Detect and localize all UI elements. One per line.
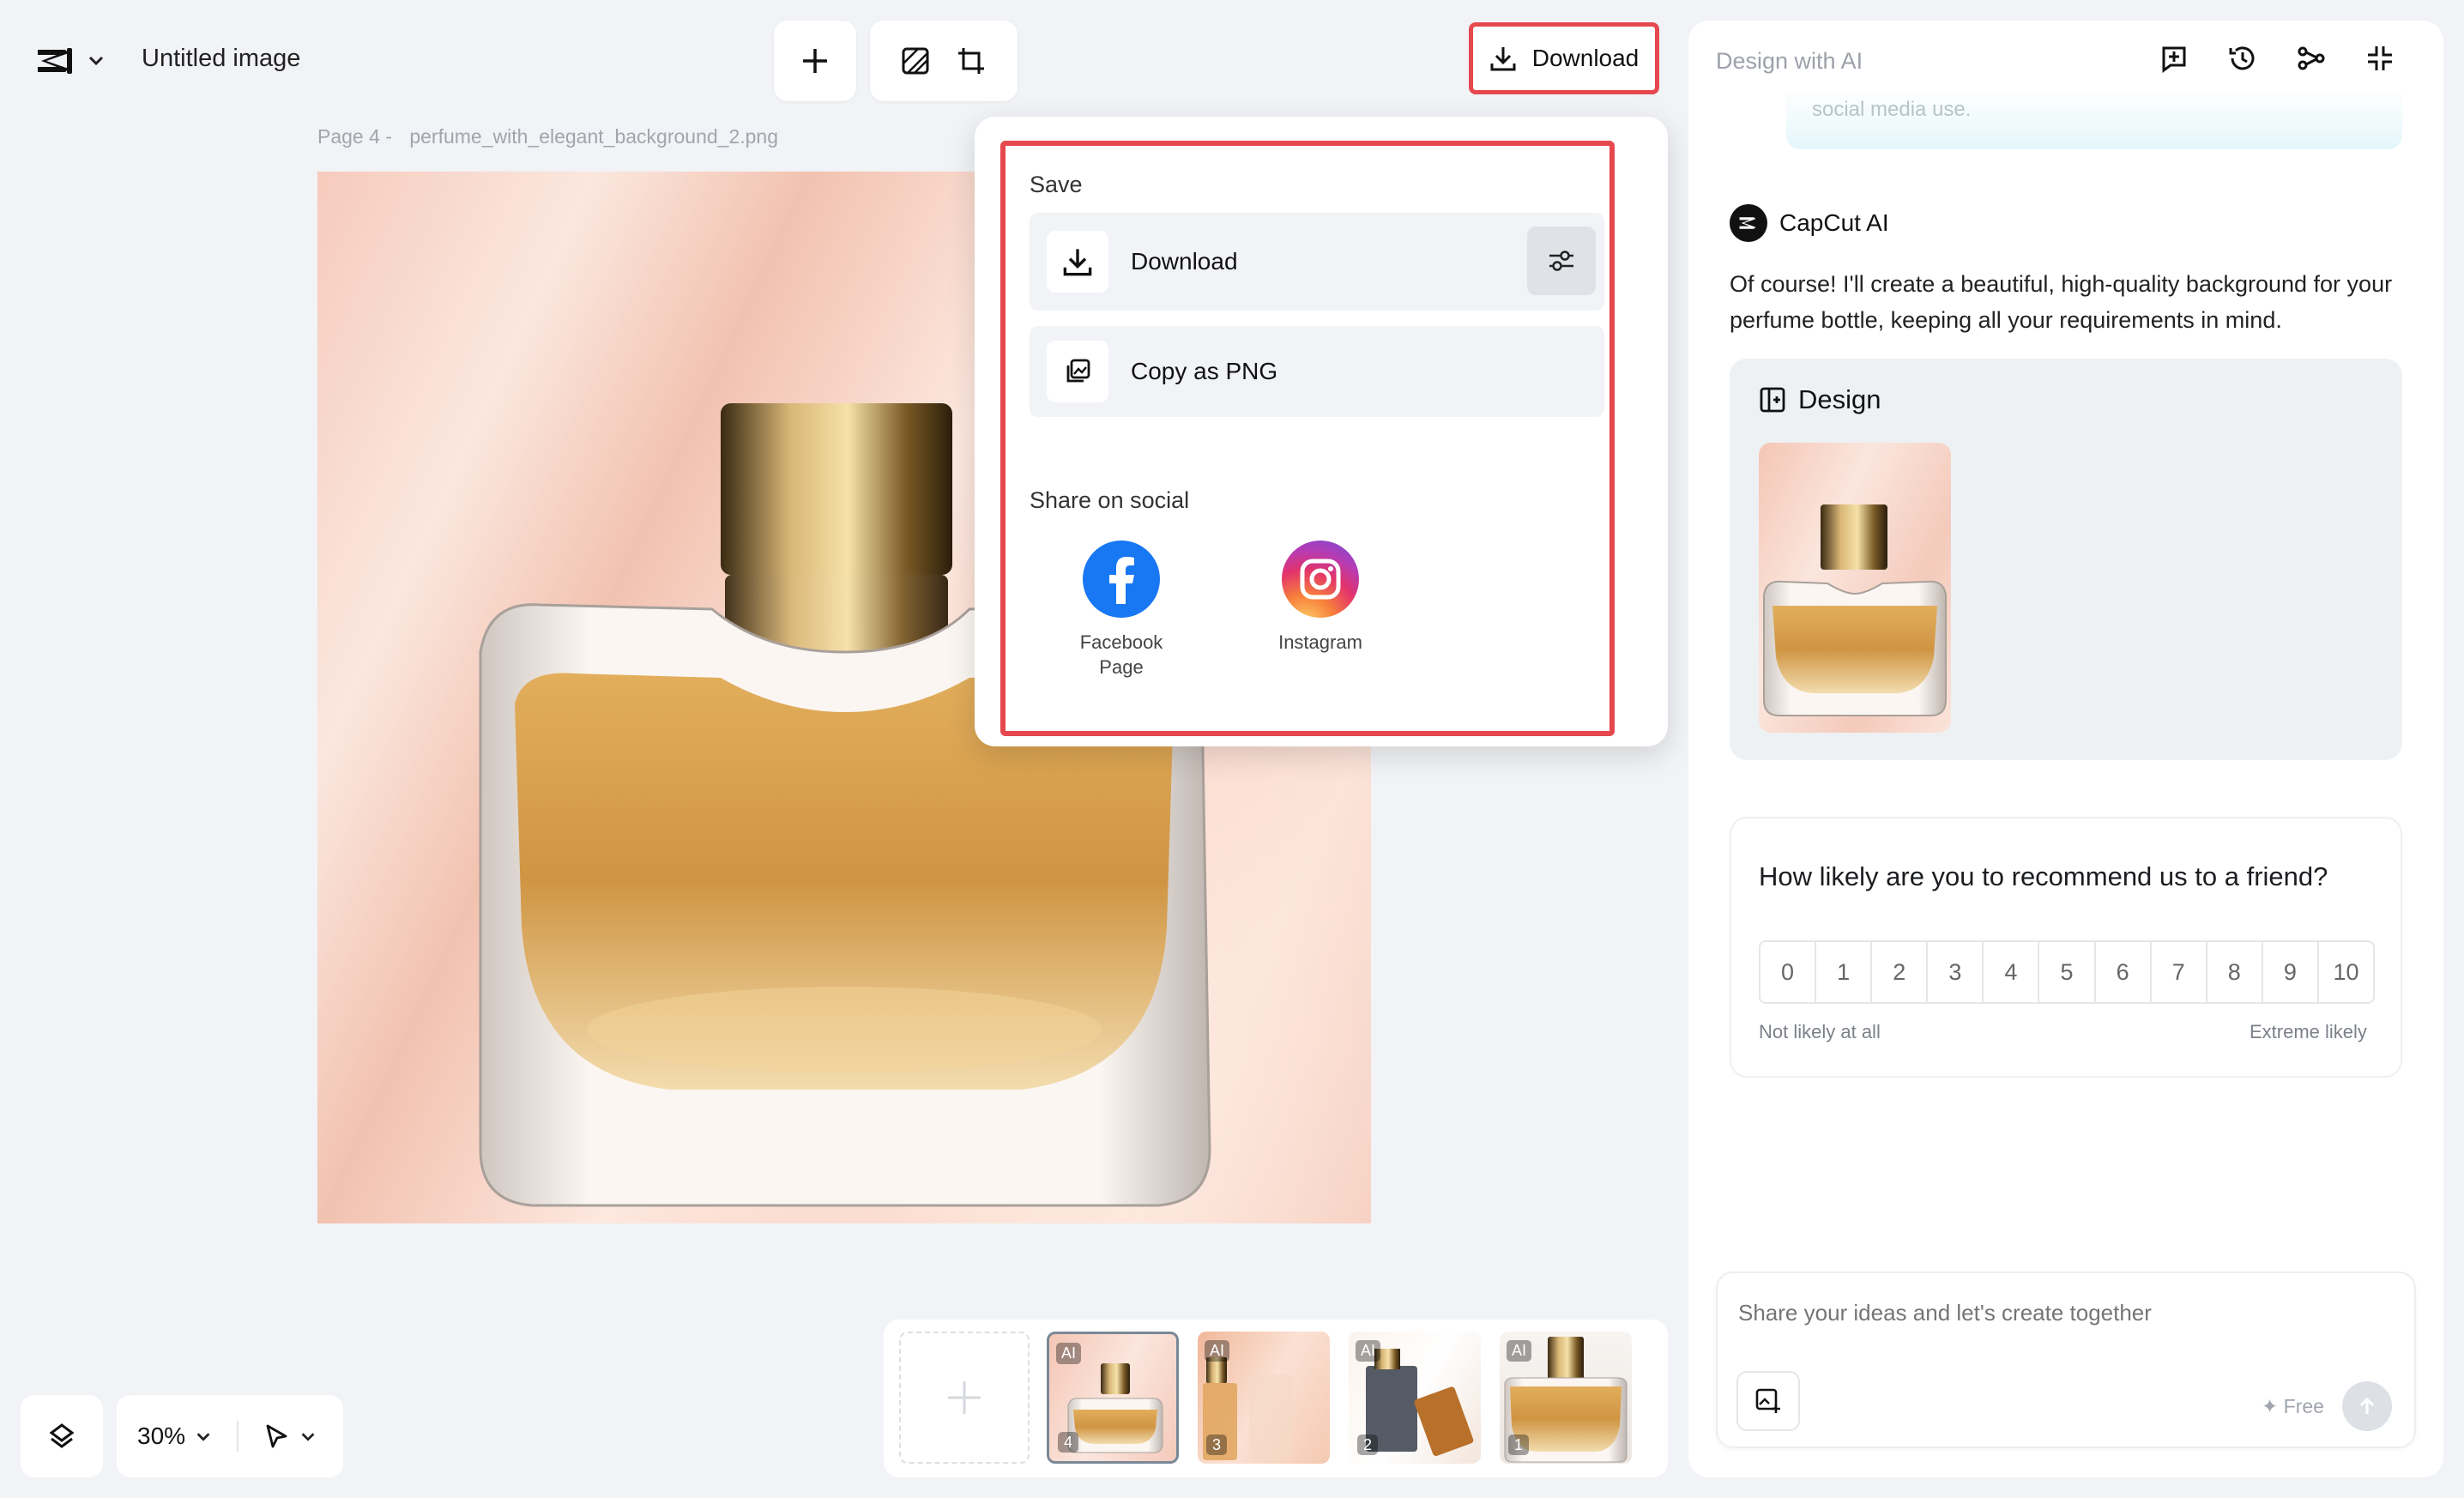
capcut-logo-icon[interactable] bbox=[34, 43, 75, 79]
scale-low-label: Not likely at all bbox=[1759, 1021, 1881, 1042]
download-option-label: Download bbox=[1131, 248, 1238, 275]
background-remove-icon[interactable] bbox=[901, 46, 930, 76]
capcut-ai-avatar-icon bbox=[1730, 204, 1767, 242]
download-button[interactable]: Download bbox=[1469, 22, 1659, 94]
popup-copy-png-option[interactable]: Copy as PNG bbox=[1030, 326, 1604, 417]
page-number: Page 4 - bbox=[317, 125, 392, 148]
ai-message-header: CapCut AI bbox=[1730, 204, 1889, 242]
design-icon bbox=[1760, 387, 1785, 413]
ai-name: CapCut AI bbox=[1779, 209, 1889, 236]
page-number-badge: 3 bbox=[1206, 1435, 1227, 1455]
panel-toolbar bbox=[2159, 43, 2395, 74]
nps-option[interactable]: 0 bbox=[1760, 942, 1815, 1002]
add-page-button[interactable] bbox=[899, 1332, 1030, 1464]
copy-option-icon-box bbox=[1047, 341, 1108, 402]
collapse-icon[interactable] bbox=[2364, 43, 2395, 74]
chevron-down-icon[interactable] bbox=[194, 1427, 213, 1446]
page-number-badge: 2 bbox=[1357, 1435, 1378, 1455]
nps-option[interactable]: 10 bbox=[2316, 942, 2373, 1002]
chevron-down-icon[interactable] bbox=[86, 50, 106, 70]
ai-badge: AI bbox=[1507, 1340, 1532, 1362]
page-thumbnail[interactable]: AI 2 bbox=[1349, 1332, 1481, 1464]
instagram-label: Instagram bbox=[1278, 631, 1362, 653]
sliders-icon bbox=[1549, 251, 1573, 271]
canvas-tools-group bbox=[870, 21, 1018, 101]
nps-option[interactable]: 6 bbox=[2093, 942, 2150, 1002]
download-icon bbox=[1490, 47, 1516, 71]
share-facebook-button[interactable]: Facebook Page bbox=[1057, 541, 1186, 680]
nps-option[interactable]: 2 bbox=[1870, 942, 1926, 1002]
popup-download-option[interactable]: Download bbox=[1030, 213, 1604, 311]
add-image-icon bbox=[1755, 1388, 1780, 1413]
nps-option[interactable]: 7 bbox=[2149, 942, 2206, 1002]
file-name: perfume_with_elegant_background_2.png bbox=[409, 125, 778, 148]
send-button[interactable] bbox=[2342, 1381, 2392, 1431]
copy-image-icon bbox=[1066, 359, 1090, 383]
ai-badge: AI bbox=[1356, 1340, 1381, 1362]
perfume-thumbnail-image bbox=[1763, 504, 1947, 716]
upload-image-button[interactable] bbox=[1736, 1371, 1800, 1431]
divider bbox=[237, 1421, 239, 1452]
zoom-controls: 30% bbox=[117, 1395, 343, 1477]
plus-icon bbox=[948, 1381, 981, 1414]
design-thumbnail[interactable] bbox=[1759, 443, 1951, 733]
new-chat-icon[interactable] bbox=[2159, 43, 2189, 74]
previous-user-message: social media use. bbox=[1786, 89, 2402, 149]
facebook-label: Facebook Page bbox=[1079, 631, 1163, 678]
nps-option[interactable]: 9 bbox=[2261, 942, 2317, 1002]
ai-message-text: Of course! I'll create a beautiful, high… bbox=[1730, 271, 2393, 333]
design-label: Design bbox=[1798, 384, 1881, 414]
page-label: Page 4 - perfume_with_elegant_background… bbox=[317, 125, 778, 148]
nps-option[interactable]: 5 bbox=[2038, 942, 2093, 1002]
page-thumbnail[interactable]: AI 3 bbox=[1198, 1332, 1330, 1464]
document-title[interactable]: Untitled image bbox=[142, 45, 300, 73]
ai-badge: AI bbox=[1056, 1343, 1082, 1364]
pointer-tool-icon[interactable] bbox=[263, 1422, 290, 1450]
page-number-badge: 4 bbox=[1058, 1432, 1078, 1453]
download-button-label: Download bbox=[1531, 45, 1640, 71]
share-instagram-button[interactable]: Instagram bbox=[1258, 541, 1383, 655]
copy-png-label: Copy as PNG bbox=[1131, 358, 1278, 384]
zoom-level[interactable]: 30% bbox=[137, 1422, 185, 1450]
nps-option[interactable]: 1 bbox=[1815, 942, 1870, 1002]
layers-button[interactable] bbox=[21, 1395, 103, 1477]
arrow-up-icon bbox=[2359, 1397, 2375, 1414]
scale-high-label: Extreme likely bbox=[2250, 1021, 2367, 1042]
nps-option[interactable]: 3 bbox=[1926, 942, 1982, 1002]
crop-resize-icon[interactable] bbox=[956, 45, 987, 76]
share-nodes-icon[interactable] bbox=[2296, 43, 2327, 74]
instagram-icon bbox=[1282, 541, 1359, 618]
page-thumbnail[interactable]: AI 4 bbox=[1047, 1332, 1179, 1464]
design-card-header: Design bbox=[1759, 384, 1881, 415]
add-button[interactable] bbox=[774, 21, 856, 101]
panel-title: Design with AI bbox=[1716, 48, 1863, 74]
nps-scale: 0 1 2 3 4 5 6 7 8 9 10 bbox=[1759, 940, 2375, 1004]
survey-question: How likely are you to recommend us to a … bbox=[1759, 861, 2328, 891]
facebook-icon bbox=[1083, 541, 1160, 618]
nps-option[interactable]: 4 bbox=[1982, 942, 2038, 1002]
save-section-label: Save bbox=[1030, 172, 1083, 197]
download-settings-button[interactable] bbox=[1527, 227, 1596, 295]
history-icon[interactable] bbox=[2227, 43, 2258, 74]
page-thumbnail[interactable]: AI 1 bbox=[1500, 1332, 1632, 1464]
plus-icon bbox=[803, 49, 827, 73]
chat-composer bbox=[1716, 1271, 2416, 1448]
nps-option[interactable]: 8 bbox=[2205, 942, 2262, 1002]
layers-icon bbox=[49, 1423, 75, 1448]
chat-input[interactable] bbox=[1736, 1299, 2392, 1327]
download-icon bbox=[1063, 249, 1092, 276]
chevron-down-icon[interactable] bbox=[299, 1427, 317, 1446]
share-section-label: Share on social bbox=[1030, 487, 1190, 513]
download-option-icon-box bbox=[1047, 231, 1108, 293]
free-badge: ✦ Free bbox=[2262, 1395, 2324, 1417]
page-number-badge: 1 bbox=[1508, 1435, 1529, 1455]
ai-badge: AI bbox=[1205, 1340, 1230, 1362]
